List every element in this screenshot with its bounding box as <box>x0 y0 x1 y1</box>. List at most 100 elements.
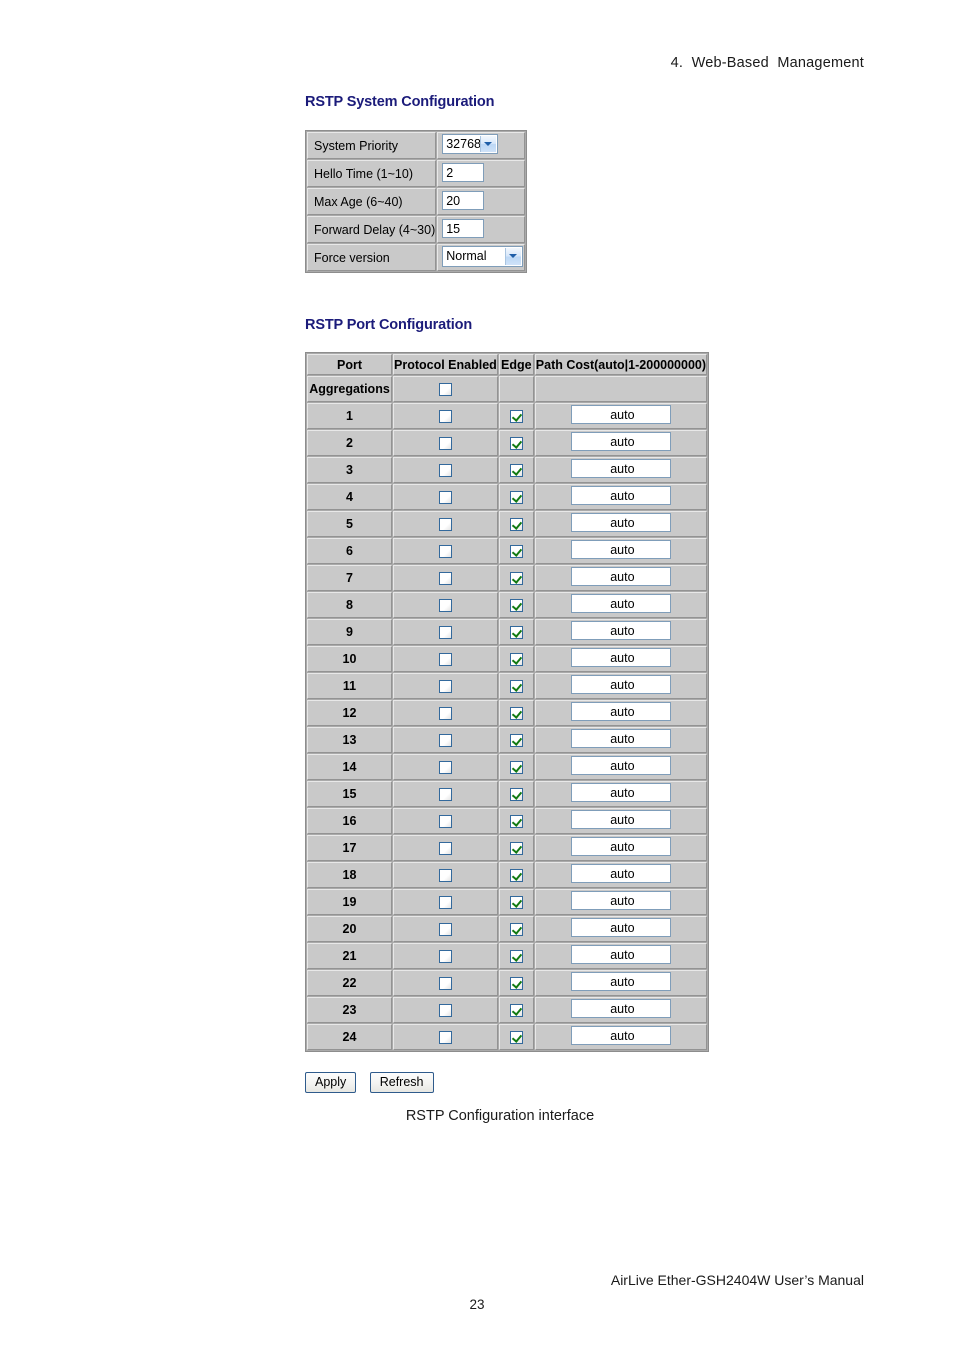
system-priority-select[interactable]: 32768 <box>442 134 499 154</box>
protocol-enabled-checkbox[interactable] <box>438 869 452 883</box>
edge-checkbox[interactable] <box>509 464 523 478</box>
path-cost-input[interactable]: auto <box>570 567 671 586</box>
protocol-enabled-checkbox[interactable] <box>438 437 452 451</box>
table-row: 16 auto <box>307 808 708 834</box>
path-cost-input[interactable]: auto <box>570 648 671 667</box>
port-label: 19 <box>307 889 392 915</box>
path-cost-input[interactable]: auto <box>570 459 671 478</box>
chevron-down-icon[interactable] <box>505 247 522 265</box>
protocol-enabled-checkbox[interactable] <box>438 1031 452 1045</box>
table-row: 2 auto <box>307 430 708 456</box>
protocol-enabled-cell <box>393 457 498 483</box>
refresh-button[interactable]: Refresh <box>369 1072 434 1093</box>
path-cost-input[interactable]: auto <box>570 594 671 613</box>
protocol-enabled-checkbox[interactable] <box>438 734 452 748</box>
edge-checkbox[interactable] <box>509 707 523 721</box>
path-cost-input[interactable]: auto <box>570 729 671 748</box>
path-cost-input[interactable]: auto <box>570 513 671 532</box>
edge-checkbox[interactable] <box>509 923 523 937</box>
edge-checkbox[interactable] <box>509 572 523 586</box>
protocol-enabled-checkbox[interactable] <box>438 680 452 694</box>
edge-checkbox[interactable] <box>509 410 523 424</box>
edge-checkbox[interactable] <box>509 599 523 613</box>
protocol-enabled-checkbox[interactable] <box>438 761 452 775</box>
edge-checkbox[interactable] <box>509 842 523 856</box>
path-cost-cell: auto <box>534 565 708 591</box>
forward-delay-input[interactable]: 15 <box>442 218 485 238</box>
protocol-enabled-checkbox[interactable] <box>438 707 452 721</box>
path-cost-input[interactable]: auto <box>570 756 671 775</box>
protocol-enabled-checkbox[interactable] <box>438 815 452 829</box>
protocol-enabled-checkbox[interactable] <box>438 410 452 424</box>
path-cost-input[interactable]: auto <box>570 432 671 451</box>
edge-checkbox[interactable] <box>509 437 523 451</box>
edge-checkbox[interactable] <box>509 626 523 640</box>
protocol-enabled-cell <box>393 997 498 1023</box>
max-age-input[interactable]: 20 <box>442 190 485 210</box>
system-config-label: Max Age (6~40) <box>307 188 437 215</box>
path-cost-input[interactable]: auto <box>570 540 671 559</box>
protocol-enabled-cell <box>393 646 498 672</box>
path-cost-input[interactable]: auto <box>570 405 671 424</box>
edge-cell <box>498 700 534 726</box>
edge-checkbox[interactable] <box>509 545 523 559</box>
edge-checkbox[interactable] <box>509 788 523 802</box>
protocol-enabled-checkbox[interactable] <box>438 977 452 991</box>
protocol-enabled-checkbox[interactable] <box>438 842 452 856</box>
protocol-enabled-checkbox[interactable] <box>438 923 452 937</box>
path-cost-input[interactable]: auto <box>570 918 671 937</box>
table-row: 14 auto <box>307 754 708 780</box>
path-cost-input[interactable]: auto <box>570 999 671 1018</box>
protocol-enabled-checkbox[interactable] <box>438 653 452 667</box>
path-cost-input[interactable]: auto <box>570 837 671 856</box>
table-row: 3 auto <box>307 457 708 483</box>
path-cost-input[interactable]: auto <box>570 702 671 721</box>
path-cost-input[interactable]: auto <box>570 621 671 640</box>
protocol-enabled-checkbox[interactable] <box>438 518 452 532</box>
table-row: 17 auto <box>307 835 708 861</box>
protocol-enabled-checkbox[interactable] <box>438 1004 452 1018</box>
protocol-enabled-checkbox[interactable] <box>438 599 452 613</box>
edge-checkbox[interactable] <box>509 1031 523 1045</box>
edge-checkbox[interactable] <box>509 977 523 991</box>
edge-checkbox[interactable] <box>509 653 523 667</box>
path-cost-input[interactable]: auto <box>570 675 671 694</box>
path-cost-input[interactable]: auto <box>570 783 671 802</box>
edge-cell <box>498 727 534 753</box>
column-header-protocol-enabled: Protocol Enabled <box>393 354 498 375</box>
apply-button[interactable]: Apply <box>305 1072 357 1093</box>
protocol-enabled-checkbox[interactable] <box>438 491 452 505</box>
path-cost-input[interactable]: auto <box>570 486 671 505</box>
edge-checkbox[interactable] <box>509 761 523 775</box>
edge-checkbox[interactable] <box>509 734 523 748</box>
edge-checkbox[interactable] <box>509 950 523 964</box>
edge-checkbox[interactable] <box>509 896 523 910</box>
edge-cell <box>498 916 534 942</box>
protocol-enabled-checkbox[interactable] <box>438 464 452 478</box>
protocol-enabled-checkbox[interactable] <box>438 950 452 964</box>
edge-checkbox[interactable] <box>509 680 523 694</box>
protocol-enabled-checkbox[interactable] <box>438 383 452 397</box>
edge-checkbox[interactable] <box>509 815 523 829</box>
edge-checkbox[interactable] <box>509 518 523 532</box>
chevron-down-icon[interactable] <box>480 136 497 152</box>
path-cost-input[interactable]: auto <box>570 810 671 829</box>
protocol-enabled-checkbox[interactable] <box>438 545 452 559</box>
path-cost-input[interactable]: auto <box>570 972 671 991</box>
path-cost-input[interactable]: auto <box>570 945 671 964</box>
path-cost-cell: auto <box>534 1024 708 1050</box>
edge-checkbox[interactable] <box>509 491 523 505</box>
port-label: 11 <box>307 673 392 699</box>
protocol-enabled-checkbox[interactable] <box>438 626 452 640</box>
protocol-enabled-checkbox[interactable] <box>438 896 452 910</box>
path-cost-input[interactable]: auto <box>570 1026 671 1045</box>
path-cost-input[interactable]: auto <box>570 891 671 910</box>
hello-time-input[interactable]: 2 <box>442 162 485 182</box>
path-cost-input[interactable]: auto <box>570 864 671 883</box>
edge-checkbox[interactable] <box>509 1004 523 1018</box>
path-cost-cell: auto <box>534 403 708 429</box>
force-version-select[interactable]: Normal <box>442 245 524 267</box>
edge-checkbox[interactable] <box>509 869 523 883</box>
protocol-enabled-checkbox[interactable] <box>438 572 452 586</box>
protocol-enabled-checkbox[interactable] <box>438 788 452 802</box>
